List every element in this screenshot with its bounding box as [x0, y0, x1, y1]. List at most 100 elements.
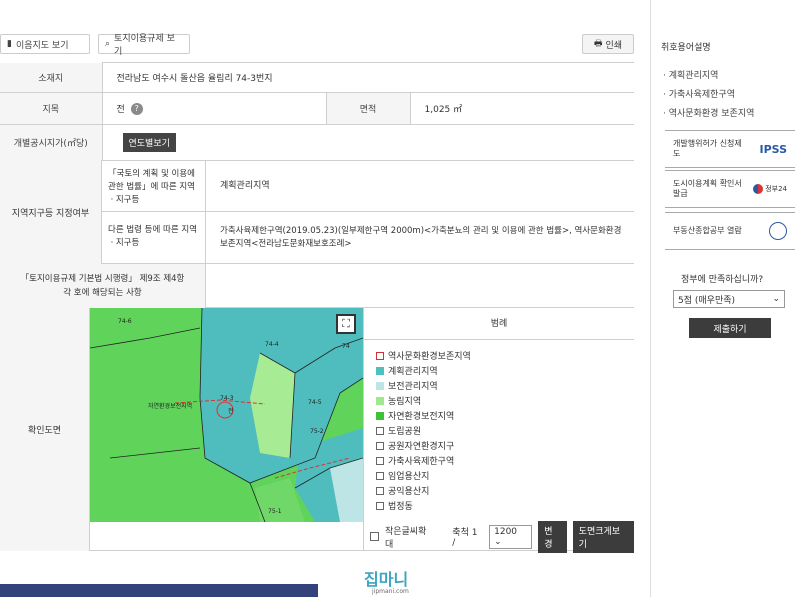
legend-label: 공원자연환경지구	[388, 442, 455, 452]
legend-item: 보전관리지역	[376, 378, 634, 393]
term-list: · 계획관리지역 · 가축사육제한구역 · 역사문화환경 보존지역	[663, 68, 754, 125]
legend-item: 계획관리지역	[376, 363, 634, 378]
cadastral-map[interactable]: 74-3 전 74-4 74-5 74-6 74 75-2 75-1 자연환경보…	[90, 308, 363, 522]
banner-gov24[interactable]: 도시이용계획 확인서 발급 정부24	[665, 170, 795, 208]
change-scale-button[interactable]: 변경	[538, 520, 567, 553]
map-icon: ▮	[7, 39, 12, 49]
legend-item: 공원자연환경지구	[376, 438, 634, 453]
svg-text:74: 74	[342, 343, 350, 350]
svg-text:74-5: 74-5	[308, 399, 322, 406]
legend-title: 범례	[364, 308, 634, 340]
area-label: 면적	[326, 92, 411, 125]
scale-select[interactable]: 1200 ⌄	[489, 524, 533, 549]
zone-section: 지역지구등 지정여부 「국토의 계획 및 이용에 관한 법률」에 따른 지역ㆍ지…	[0, 160, 634, 264]
printer-icon: 🖶	[593, 39, 603, 49]
decree-row: 「토지이용규제 기본법 시행령」 제9조 제4항 각 호에 해당되는 사항	[0, 264, 634, 308]
fullscreen-icon[interactable]: ⛶	[336, 314, 356, 334]
enlarge-text-label: 작은글씨확대	[384, 526, 427, 550]
legend-swatch	[376, 411, 384, 420]
legend-item: 자연환경보전지역	[376, 408, 634, 423]
term-item[interactable]: · 계획관리지역	[663, 68, 754, 87]
svg-text:전: 전	[228, 407, 234, 415]
legend-item: 도립공원	[376, 423, 634, 438]
legend-label: 자연환경보전지역	[388, 412, 455, 422]
legend-swatch	[376, 486, 384, 495]
legend-label: 계획관리지역	[388, 367, 438, 377]
jimok-label: 지목	[0, 92, 103, 125]
legend-label: 도립공원	[388, 427, 422, 437]
ipss-logo: IPSS	[759, 142, 787, 156]
zone-law2-value: 가축사육제한구역(2019.05.23)(일부제한구역 2000m)<가축분뇨의…	[220, 226, 622, 249]
legend-swatch	[376, 456, 384, 465]
zone-label: 지역지구등 지정여부	[0, 160, 102, 264]
watermark-logo: 집마니 jipmani.com	[364, 570, 409, 595]
print-button[interactable]: 🖶 인쇄	[582, 34, 634, 54]
map-svg: 74-3 전 74-4 74-5 74-6 74 75-2 75-1 자연환경보…	[90, 308, 363, 522]
legend-swatch	[376, 471, 384, 480]
banner-ipss[interactable]: 개발행위허가 신청제도 IPSS	[665, 130, 795, 168]
scale-label: 축척 1 /	[452, 528, 478, 548]
legend-swatch	[376, 381, 384, 390]
svg-text:자연환경보전지역: 자연환경보전지역	[148, 402, 192, 410]
large-map-button[interactable]: 도면크게보기	[572, 520, 635, 553]
legend-label: 농림지역	[388, 397, 422, 407]
legend-swatch	[376, 351, 384, 360]
legend-swatch	[376, 426, 384, 435]
map-controls: 작은글씨확대 축척 1 / 1200 ⌄ 변경 도면크게보기	[363, 520, 635, 553]
legend-item: 역사문화환경보존지역	[376, 348, 634, 363]
emblem-icon	[769, 222, 787, 240]
location-label: 소재지	[0, 62, 103, 93]
survey-submit-button[interactable]: 제출하기	[689, 318, 771, 338]
map-view-button[interactable]: ▮ 이음지도 보기	[0, 34, 90, 54]
jimok-cell: 전?	[102, 92, 327, 125]
yearly-view-button[interactable]: 연도별보기	[122, 133, 176, 152]
bottom-banner	[0, 584, 318, 597]
legend-label: 보전관리지역	[388, 382, 438, 392]
survey-select[interactable]: 5점 (매우만족) ⌄	[673, 290, 785, 308]
legend-swatch	[376, 501, 384, 510]
svg-text:74-6: 74-6	[118, 318, 132, 325]
banner-realestate[interactable]: 부동산종합공부 열람	[665, 212, 795, 250]
zone-law1-label: 「국토의 계획 및 이용에 관한 법률」에 따른 지역ㆍ지구등	[102, 160, 206, 212]
legend-label: 공익용산지	[388, 487, 430, 497]
location-value: 전라남도 여수시 돌산읍 율림리 74-3번지	[102, 62, 634, 93]
legend-list: 역사문화환경보존지역계획관리지역보전관리지역농림지역자연환경보전지역도립공원공원…	[364, 340, 634, 513]
legend-panel: 범례 역사문화환경보존지역계획관리지역보전관리지역농림지역자연환경보전지역도립공…	[363, 308, 634, 551]
survey-question: 정부에 만족하십니까?	[681, 275, 764, 285]
area-value: 1,025 ㎡	[410, 92, 634, 125]
price-cell: 연도별보기	[102, 124, 634, 161]
price-label: 개별공시지가(㎡당)	[0, 124, 103, 161]
legend-swatch	[376, 441, 384, 450]
toolbar: ▮ 이음지도 보기 ⌕ 토지이용규제 보기 🖶 인쇄	[0, 0, 650, 62]
legend-label: 임업용산지	[388, 472, 430, 482]
help-icon[interactable]: ?	[130, 103, 143, 116]
legend-label: 법정동	[388, 502, 413, 512]
legend-item: 임업용산지	[376, 468, 634, 483]
decree-label: 「토지이용규제 기본법 시행령」 제9조 제4항 각 호에 해당되는 사항	[0, 264, 206, 308]
legend-item: 공익용산지	[376, 483, 634, 498]
svg-text:74-4: 74-4	[265, 341, 279, 348]
sidebar: 취호용어설명 · 계획관리지역 · 가축사육제한구역 · 역사문화환경 보존지역…	[650, 0, 800, 597]
legend-label: 역사문화환경보존지역	[388, 352, 471, 362]
search-icon: ⌕	[105, 39, 111, 49]
zone-law2-label: 다른 법령 등에 따른 지역ㆍ지구등	[102, 212, 206, 264]
term-item[interactable]: · 가축사육제한구역	[663, 87, 754, 106]
enlarge-text-checkbox[interactable]	[370, 532, 379, 541]
legend-item: 가축사육제한구역	[376, 453, 634, 468]
legend-swatch	[376, 396, 384, 405]
legend-label: 가축사육제한구역	[388, 457, 455, 467]
svg-text:75-1: 75-1	[268, 508, 282, 515]
term-item[interactable]: · 역사문화환경 보존지역	[663, 106, 754, 125]
regulation-view-button[interactable]: ⌕ 토지이용규제 보기	[98, 34, 190, 57]
gov24-logo: 정부24	[753, 184, 787, 194]
chevron-down-icon: ⌄	[772, 294, 780, 304]
legend-item: 법정동	[376, 498, 634, 513]
chevron-down-icon: ⌄	[494, 536, 502, 547]
svg-text:74-3: 74-3	[220, 395, 234, 402]
legend-swatch	[376, 366, 384, 375]
sidebar-title: 취호용어설명	[661, 43, 711, 53]
legend-item: 농림지역	[376, 393, 634, 408]
svg-text:75-2: 75-2	[310, 428, 324, 435]
map-section: 확인도면 74-3 전 74-4 74-5 74-6 74 75-2 75-1 …	[0, 308, 635, 553]
land-info-table: 소재지 전라남도 여수시 돌산읍 율림리 74-3번지 지목 전? 면적 1,0…	[0, 62, 634, 161]
